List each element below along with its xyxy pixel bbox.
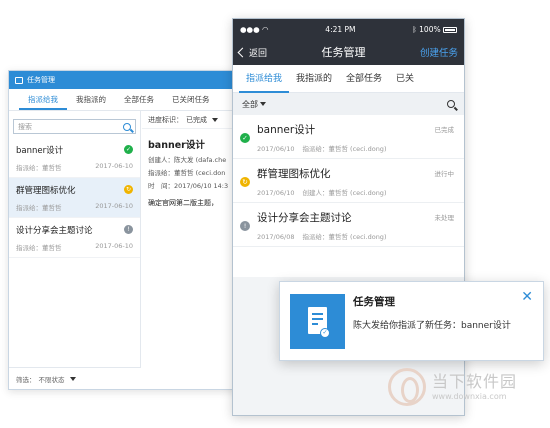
notification-message: 陈大发给你指派了新任务：banner设计 — [353, 321, 511, 331]
desktop-task-item[interactable]: banner设计 指派给：董哲哲 2017-06-10 ✓ — [9, 138, 140, 178]
status-filter[interactable]: 筛选： 不限状态 — [9, 367, 141, 389]
desktop-task-item[interactable]: 群管理图标优化 指派给：董哲哲 2017-06-10 ↻ — [9, 178, 140, 218]
task-notification[interactable]: ✓ 任务管理 陈大发给你指派了新任务：banner设计 ✕ — [279, 281, 544, 361]
phone-tab-closed[interactable]: 已关 — [389, 65, 421, 93]
caret-down-icon — [260, 102, 266, 106]
watermark-text: 当下软件园 — [432, 372, 518, 391]
pending-status-icon: ! — [124, 225, 133, 234]
status-bar: ●●● ◠ 4:21 PM ᛒ 100% — [233, 19, 464, 39]
desktop-title: 任务管理 — [27, 76, 55, 84]
back-label: 返回 — [249, 48, 268, 59]
filter-label: 筛选： — [16, 375, 36, 384]
task-person: 创建人：董哲哲 (ceci.dong) — [302, 189, 387, 197]
phone-task-item[interactable]: ↻ 群管理图标优化 2017/06/10 创建人：董哲哲 (ceci.dong) … — [233, 159, 464, 203]
phone-filter-bar: 全部 — [233, 93, 464, 115]
nav-bar: 返回 任务管理 创建任务 — [233, 39, 464, 65]
progress-label: 进度标识： — [148, 115, 183, 124]
in-progress-status-icon: ↻ — [240, 177, 250, 187]
task-title: 群管理图标优化 — [16, 186, 76, 196]
filter-value: 全部 — [242, 99, 258, 109]
watermark: 当下软件园 www.downxia.com — [384, 366, 546, 412]
task-date: 2017/06/10 — [257, 189, 295, 197]
task-assignee: 指派给：董哲哲 — [16, 244, 62, 252]
task-assignee: 指派给：董哲哲 — [16, 164, 62, 172]
nav-title: 任务管理 — [321, 46, 366, 59]
pending-status-icon: ! — [240, 221, 250, 231]
phone-tabs: 指派给我 我指派的 全部任务 已关 — [233, 65, 464, 93]
task-state: 已完成 — [434, 126, 455, 134]
signal-wifi-icon: ●●● ◠ — [240, 24, 269, 34]
desktop-tab-assigned-to-me[interactable]: 指派给我 — [19, 94, 67, 110]
phone-tab-assigned-to-me[interactable]: 指派给我 — [239, 65, 290, 93]
filter-value: 不限状态 — [38, 375, 65, 384]
notification-title: 任务管理 — [353, 296, 395, 308]
task-title: 设计分享会主题讨论 — [257, 212, 352, 224]
battery-status: ᛒ 100% — [412, 25, 457, 34]
task-title: 设计分享会主题讨论 — [16, 226, 93, 236]
progress-value: 已完成 — [186, 115, 207, 124]
done-status-icon: ✓ — [124, 145, 133, 154]
task-date: 2017-06-10 — [95, 242, 133, 250]
task-state: 进行中 — [434, 170, 455, 178]
in-progress-status-icon: ↻ — [124, 185, 133, 194]
watermark-url: www.downxia.com — [432, 392, 507, 401]
battery-percent: 100% — [419, 24, 441, 34]
window-icon — [15, 76, 23, 84]
phone-tab-all-tasks[interactable]: 全部任务 — [339, 65, 389, 93]
task-document-icon: ✓ — [290, 294, 345, 349]
search-icon[interactable] — [447, 100, 455, 108]
chevron-left-icon — [237, 47, 248, 57]
phone-filter-dropdown[interactable]: 全部 — [242, 99, 266, 110]
status-time: 4:21 PM — [325, 24, 356, 34]
task-date: 2017-06-10 — [95, 162, 133, 170]
task-title: 群管理图标优化 — [257, 168, 331, 180]
task-state: 未处理 — [434, 214, 455, 222]
caret-down-icon — [69, 376, 76, 381]
task-assignee: 指派给：董哲哲 — [16, 204, 62, 212]
battery-icon — [443, 26, 457, 33]
task-date: 2017/06/10 — [257, 145, 295, 153]
desktop-tabs: 指派给我 我指派的 全部任务 已关闭任务 — [9, 89, 247, 111]
search-icon[interactable] — [123, 122, 131, 131]
check-badge-icon: ✓ — [320, 328, 330, 338]
back-button[interactable]: 返回 — [237, 46, 268, 59]
task-date: 2017/06/08 — [257, 233, 295, 241]
desktop-tab-assigned-by-me[interactable]: 我指派的 — [67, 94, 115, 110]
task-title: banner设计 — [257, 124, 316, 136]
close-icon[interactable]: ✕ — [521, 290, 533, 304]
phone-tab-assigned-by-me[interactable]: 我指派的 — [289, 65, 339, 93]
desktop-search-placeholder: 搜索 — [18, 122, 32, 131]
done-status-icon: ✓ — [240, 133, 250, 143]
task-person: 指派给：董哲哲 (ceci.dong) — [302, 145, 387, 153]
task-date: 2017-06-10 — [95, 202, 133, 210]
desktop-tab-closed-tasks[interactable]: 已关闭任务 — [163, 94, 219, 110]
phone-task-item[interactable]: ! 设计分享会主题讨论 2017/06/08 指派给：董哲哲 (ceci.dong… — [233, 203, 464, 247]
create-task-button[interactable]: 创建任务 — [420, 45, 458, 59]
phone-task-item[interactable]: ✓ banner设计 2017/06/10 指派给：董哲哲 (ceci.dong)… — [233, 115, 464, 159]
caret-down-icon — [212, 117, 218, 122]
desktop-titlebar: 任务管理 — [9, 71, 247, 89]
desktop-task-item[interactable]: 设计分享会主题讨论 指派给：董哲哲 2017-06-10 ! — [9, 218, 140, 258]
desktop-task-list: 搜索 banner设计 指派给：董哲哲 2017-06-10 ✓ 群管理图标优化 … — [9, 111, 141, 389]
desktop-search-input[interactable]: 搜索 — [13, 119, 136, 134]
desktop-tab-all-tasks[interactable]: 全部任务 — [115, 94, 163, 110]
task-title: banner设计 — [16, 146, 64, 156]
desktop-window: 任务管理 指派给我 我指派的 全部任务 已关闭任务 搜索 banner设计 指派… — [8, 70, 248, 390]
task-person: 指派给：董哲哲 (ceci.dong) — [302, 233, 387, 241]
watermark-logo-icon — [388, 368, 426, 406]
